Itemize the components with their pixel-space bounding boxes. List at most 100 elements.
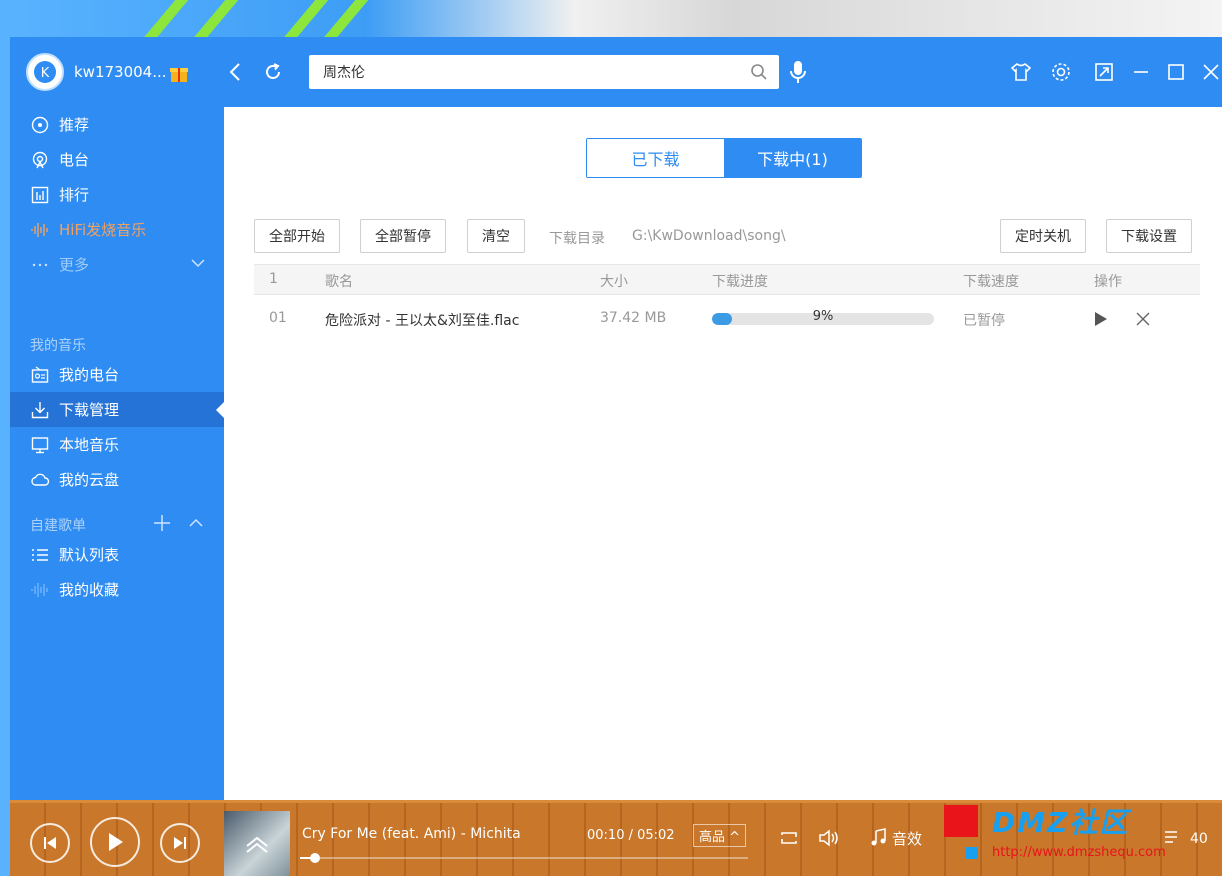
waveform-icon [30, 220, 50, 240]
monitor-icon [30, 435, 50, 455]
sidebar-item-recommend[interactable]: 推荐 [10, 107, 224, 142]
sound-effects-button[interactable]: 音效 [870, 825, 922, 851]
watermark: DMZ社区 http://www.dmzshequ.com [944, 805, 1194, 869]
progress-text: 9% [812, 309, 834, 324]
sidebar-item-label: 默认列表 [59, 546, 120, 564]
close-icon[interactable] [1198, 59, 1222, 85]
sidebar-item-label: 电台 [59, 151, 90, 169]
expand-chevron-icon[interactable] [242, 834, 272, 854]
track-title[interactable]: Cry For Me (feat. Ami) - Michita [302, 826, 521, 842]
sidebar-item-label: 我的电台 [59, 366, 120, 384]
header-speed[interactable]: 下载速度 [963, 271, 1019, 291]
title-bar: K kw173004... [10, 37, 1222, 107]
cloud-icon [30, 470, 50, 490]
sidebar-item-label: 下载管理 [59, 401, 120, 419]
row-status: 已暂停 [963, 313, 1005, 329]
sidebar-item-radio[interactable]: 电台 [10, 142, 224, 177]
sidebar-item-label: 推荐 [59, 116, 90, 134]
search-input[interactable] [323, 64, 739, 80]
watermark-url: http://www.dmzshequ.com [992, 845, 1166, 860]
sidebar-item-more[interactable]: 更多 [10, 247, 224, 282]
previous-track-icon[interactable] [30, 823, 70, 863]
download-icon [30, 400, 50, 420]
kuwo-logo-icon: K [34, 61, 56, 83]
row-size: 37.42 MB [600, 310, 667, 326]
watermark-text: DMZ社区 [992, 806, 1130, 839]
seek-knob[interactable] [309, 853, 320, 863]
sidebar-item-default-list[interactable]: 默认列表 [10, 537, 224, 572]
gift-icon[interactable] [168, 62, 190, 84]
tab-downloading[interactable]: 下载中(1) [724, 139, 861, 177]
svg-text:K: K [41, 66, 50, 81]
quality-selector[interactable]: 高品 ^ [693, 824, 747, 847]
header-name[interactable]: 歌名 [325, 271, 353, 291]
sidebar-item-favorites[interactable]: 我的收藏 [10, 572, 224, 607]
watermark-blue-block [966, 847, 978, 859]
microphone-icon[interactable] [785, 59, 811, 85]
sidebar-item-local-music[interactable]: 本地音乐 [10, 427, 224, 462]
list-icon [30, 545, 50, 565]
next-track-icon[interactable] [160, 823, 200, 863]
play-icon[interactable] [90, 817, 140, 867]
chevron-up-icon[interactable] [188, 515, 204, 535]
disc-icon [30, 115, 50, 135]
download-dir-path[interactable]: G:\KwDownload\song\ [632, 228, 786, 244]
pause-all-button[interactable]: 全部暂停 [360, 219, 446, 253]
row-index: 01 [269, 310, 287, 326]
add-playlist-plus-icon[interactable] [152, 513, 172, 537]
sidebar-item-label: 我的云盘 [59, 471, 120, 489]
download-manager-panel: 已下载 下载中(1) 全部开始 全部暂停 清空 下载目录 G:\KwDownlo… [224, 107, 1222, 800]
music-note-icon [871, 828, 886, 846]
refresh-icon[interactable] [260, 59, 286, 85]
my-radio-icon [30, 365, 50, 385]
header-size[interactable]: 大小 [600, 271, 628, 291]
sidebar-item-my-radio[interactable]: 我的电台 [10, 357, 224, 392]
track-time: 00:10 / 05:02 [587, 828, 675, 843]
start-all-button[interactable]: 全部开始 [254, 219, 340, 253]
heart-wave-icon [30, 580, 50, 600]
clear-button[interactable]: 清空 [467, 219, 525, 253]
album-art[interactable] [224, 811, 290, 876]
header-actions: 操作 [1094, 274, 1122, 290]
search-icon[interactable] [739, 55, 779, 89]
sidebar: 推荐 电台 排行 HiFi发烧音乐 更多 我的音乐 我的电台 下载管理 本地音乐… [10, 107, 224, 800]
delete-x-icon[interactable] [1132, 308, 1154, 330]
loop-mode-icon[interactable] [778, 825, 800, 851]
sidebar-item-label: 更多 [59, 256, 90, 274]
sound-effects-label: 音效 [892, 829, 923, 848]
sidebar-item-label: 本地音乐 [59, 436, 120, 454]
back-arrow-icon[interactable] [222, 59, 248, 85]
resume-play-icon[interactable] [1090, 308, 1112, 330]
header-progress[interactable]: 下载进度 [712, 271, 768, 291]
sidebar-item-label: 我的收藏 [59, 581, 120, 599]
username[interactable]: kw173004... [74, 63, 167, 81]
timer-shutdown-button[interactable]: 定时关机 [1000, 219, 1086, 253]
seek-bar[interactable] [300, 857, 748, 859]
chevron-down-icon[interactable] [190, 255, 206, 275]
download-dir-label: 下载目录 [549, 231, 605, 247]
sidebar-item-download-manager[interactable]: 下载管理 [10, 392, 224, 427]
row-song-name: 危险派对 - 王以太&刘至佳.flac [325, 313, 520, 329]
playlists-section-title: 自建歌单 [30, 518, 86, 534]
sidebar-item-cloud[interactable]: 我的云盘 [10, 462, 224, 497]
watermark-red-block [944, 805, 978, 837]
sidebar-item-label: HiFi发烧音乐 [59, 221, 147, 239]
skin-tshirt-icon[interactable] [1008, 59, 1034, 85]
maximize-icon[interactable] [1163, 59, 1189, 85]
download-settings-button[interactable]: 下载设置 [1106, 219, 1192, 253]
volume-icon[interactable] [818, 825, 842, 851]
dots-icon [30, 255, 50, 275]
sidebar-item-hifi[interactable]: HiFi发烧音乐 [10, 212, 224, 247]
search-box [309, 55, 779, 89]
kuwo-music-window: K kw173004... 周杰伦 推荐 电台 排行 HiFi发烧音乐 更多 我… [10, 37, 1222, 876]
table-row[interactable]: 01 危险派对 - 王以太&刘至佳.flac 37.42 MB 9% 已暂停 [254, 295, 1200, 343]
avatar[interactable]: K [26, 53, 64, 91]
sidebar-item-chart[interactable]: 排行 [10, 177, 224, 212]
minimize-icon[interactable] [1128, 59, 1154, 85]
settings-gear-icon[interactable] [1048, 59, 1074, 85]
tab-downloaded[interactable]: 已下载 [587, 139, 724, 177]
radio-icon [30, 150, 50, 170]
my-music-section-title: 我的音乐 [30, 338, 86, 354]
mini-mode-icon[interactable] [1091, 59, 1117, 85]
download-tabs: 已下载 下载中(1) [586, 138, 862, 178]
